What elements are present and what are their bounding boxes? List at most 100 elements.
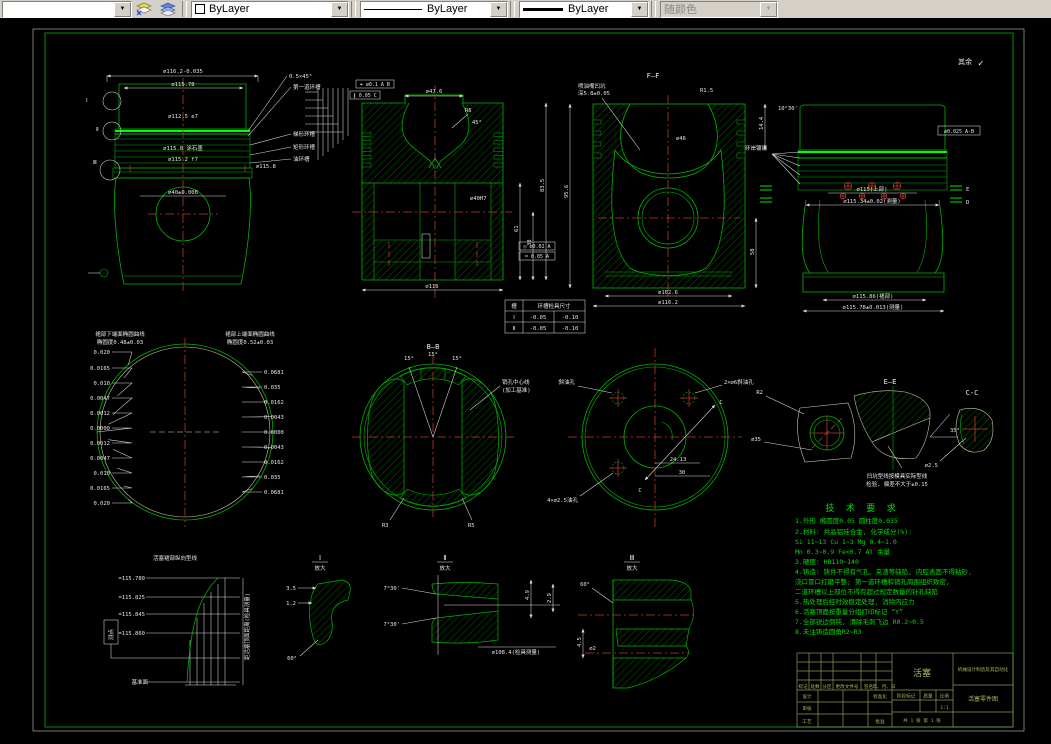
svg-text:深5.8±0.05: 深5.8±0.05 [578,89,610,97]
svg-text:15°: 15° [428,352,438,358]
svg-text:标准化: 标准化 [873,693,887,700]
svg-text:=115.845: =115.845 [119,612,146,618]
svg-text:基准面: 基准面 [131,678,148,686]
svg-text:7°30': 7°30' [383,622,400,628]
svg-text:⌀115.8: ⌀115.8 [256,164,276,170]
svg-text:0.0165: 0.0165 [90,486,110,492]
svg-text:⌀115(上部): ⌀115(上部) [857,185,888,193]
svg-text:⌖ ⌀0.1 A B: ⌖ ⌀0.1 A B [360,82,390,88]
svg-text:15°: 15° [452,356,462,362]
svg-text:放大: 放大 [314,564,326,572]
svg-text:2.9: 2.9 [547,593,553,603]
svg-text:设计: 设计 [802,693,812,700]
svg-text:C-C: C-C [966,389,979,397]
svg-text:⌀115.8 涂石墨: ⌀115.8 涂石墨 [163,144,203,152]
svg-text:技 术 要 求: 技 术 要 求 [825,502,898,514]
svg-text:销孔中心线: 销孔中心线 [502,378,530,386]
svg-text:4.铸造: 铸件不得有气孔、夹渣等缺陷, 内腔表面不得粘砂,: 4.铸造: 铸件不得有气孔、夹渣等缺陷, 内腔表面不得粘砂, [795,567,972,576]
svg-text:61: 61 [514,225,520,232]
svg-text:放大: 放大 [439,564,451,572]
svg-text:⌀40±0.008: ⌀40±0.008 [168,190,198,196]
svg-text:活塞裙部纵向型线: 活塞裙部纵向型线 [153,554,198,562]
svg-text:R5: R5 [468,523,475,529]
svg-text:Ⅲ: Ⅲ [93,160,97,166]
svg-text:0.010: 0.010 [93,381,110,387]
svg-text:斜油孔: 斜油孔 [558,378,575,386]
svg-text:工艺: 工艺 [802,719,812,725]
svg-text:更改文件号: 更改文件号 [836,683,859,690]
svg-text:60°: 60° [287,656,297,662]
svg-text:=115.860: =115.860 [119,631,146,637]
svg-text:0.010: 0.010 [93,471,110,477]
svg-text:D: D [966,200,969,206]
svg-text:Ⅱ: Ⅱ [513,326,516,332]
svg-text:0.0162: 0.0162 [264,460,284,466]
svg-text:2×⌀6斜油孔: 2×⌀6斜油孔 [724,378,754,386]
svg-text:Ⅰ: Ⅰ [319,554,321,562]
svg-text:14.4: 14.4 [759,116,765,130]
svg-text:检验, 偏差不大于±0.15: 检验, 偏差不大于±0.15 [866,480,928,488]
drawing-canvas[interactable]: 其余 ✓ Ⅰ Ⅱ Ⅲ ⌀116.2-0.035 ⌀115.78 ⌀112.5 e… [0,0,1051,744]
svg-text:⌀115.2 f7: ⌀115.2 f7 [168,157,198,163]
svg-text:⌀112.5 e7: ⌀112.5 e7 [168,114,198,120]
svg-text:0.020: 0.020 [93,350,110,356]
svg-text:其余: 其余 [958,57,972,66]
drawing-title: 活塞零件图 [968,695,998,703]
svg-text:矩形环槽: 矩形环槽 [293,143,316,151]
svg-text:⌀115.86(裙部): ⌀115.86(裙部) [853,292,894,300]
svg-text:8.未注铸造圆角R2~R3: 8.未注铸造圆角R2~R3 [795,627,861,636]
svg-text:梯形环槽: 梯形环槽 [293,130,316,138]
svg-text:4.5: 4.5 [577,637,583,647]
svg-text:95.6: 95.6 [564,185,570,198]
svg-text:⌀46: ⌀46 [676,136,686,142]
svg-text:0.0043: 0.0043 [264,415,284,421]
svg-text:第一道环槽: 第一道环槽 [293,83,321,91]
svg-text:⌀116: ⌀116 [425,284,438,290]
svg-text:2.材料: 共晶铝硅合金, 化学成分(%):: 2.材料: 共晶铝硅合金, 化学成分(%): [795,527,912,536]
svg-text:0.0043: 0.0043 [264,445,284,451]
svg-text:⌀116.2-0.035: ⌀116.2-0.035 [163,69,203,75]
svg-text:⌀102.6: ⌀102.6 [658,290,678,296]
svg-text:0.0000: 0.0000 [90,426,110,432]
svg-text:⌀2.5: ⌀2.5 [925,463,938,469]
svg-text:0.0681: 0.0681 [264,370,284,376]
section-f-view: F—F 95.6 58 14.4 ⌀102.6 ⌀116.2 喷油嘴凹坑 深5.… [564,72,767,308]
svg-text:年、月、日: 年、月、日 [873,683,896,690]
svg-text:B—B: B—B [427,343,440,351]
svg-text:24.13: 24.13 [670,457,687,463]
svg-text:分区: 分区 [822,683,832,690]
svg-text:⌀0.025 A-B: ⌀0.025 A-B [944,129,974,135]
svg-text:5.热处理后经时效稳定处理, 消除内应力: 5.热处理后经时效稳定处理, 消除内应力 [795,597,915,606]
svg-text:E—E: E—E [884,378,897,386]
svg-text:0.0012: 0.0012 [90,441,110,447]
svg-text:凹坑型线按模具实际型线: 凹坑型线按模具实际型线 [867,472,928,480]
svg-text:R1.5: R1.5 [700,88,713,94]
svg-text:环岸镀锡: 环岸镀锡 [745,144,768,152]
svg-text:◎ ⌀0.02 A: ◎ ⌀0.02 A [523,244,550,250]
svg-text:质量: 质量 [923,693,933,700]
svg-text:3.硬度: HB110~140: 3.硬度: HB110~140 [795,557,859,566]
svg-text:-0.05: -0.05 [530,315,547,321]
svg-text:15°: 15° [404,356,414,362]
svg-text:E: E [966,187,969,193]
svg-text:0.035: 0.035 [264,475,281,481]
svg-text:环槽检具尺寸: 环槽检具尺寸 [537,302,571,310]
svg-text:⌀2: ⌀2 [589,646,596,652]
svg-text:C: C [719,400,722,406]
svg-text:R6: R6 [465,108,472,114]
svg-text:R3: R3 [382,523,389,529]
svg-text:60°: 60° [580,582,590,588]
svg-text:30: 30 [679,470,686,476]
svg-text:槽: 槽 [511,302,517,310]
svg-text:1.外形 椭圆度0.05 圆柱度0.035: 1.外形 椭圆度0.05 圆柱度0.035 [795,516,898,525]
svg-text:83.5: 83.5 [540,179,546,192]
svg-text:4×⌀2.5油孔: 4×⌀2.5油孔 [547,496,578,504]
svg-text:0.0047: 0.0047 [90,456,110,462]
svg-text:7.全部锐边倒钝, 清除毛刺飞边 R0.2~0.5: 7.全部锐边倒钝, 清除毛刺飞边 R0.2~0.5 [795,617,924,626]
svg-text:10°30': 10°30' [778,106,798,112]
svg-text:处数: 处数 [810,683,820,690]
svg-text:0.5×45°: 0.5×45° [289,74,312,80]
svg-text:⌀40H7: ⌀40H7 [470,196,487,202]
svg-text:椭圆度0.48±0.03: 椭圆度0.48±0.03 [97,338,143,346]
organization: 机械设计制造及其自动化 [958,666,1009,673]
